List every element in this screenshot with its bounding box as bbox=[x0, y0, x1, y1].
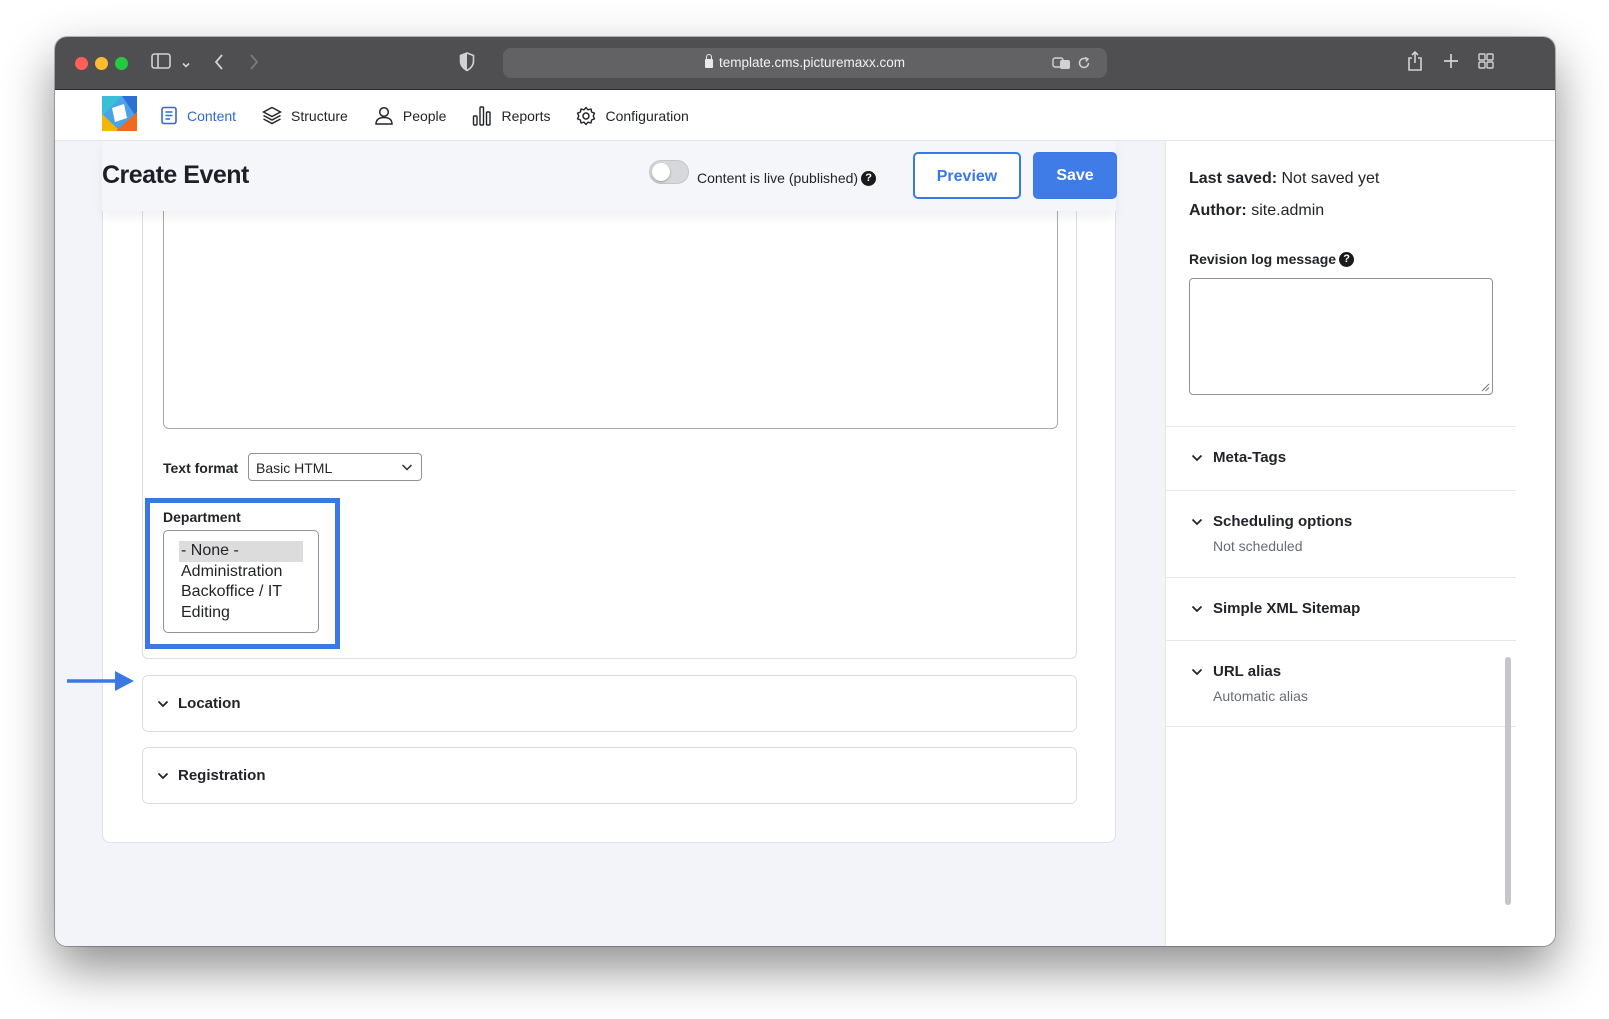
body-fieldset: Text format Basic HTML Department - None… bbox=[142, 211, 1077, 659]
browser-window: template.cms.picturemaxx.com Content Str… bbox=[55, 37, 1555, 946]
site-logo[interactable] bbox=[102, 96, 137, 131]
scheduling-section[interactable]: Scheduling options Not scheduled bbox=[1166, 490, 1516, 577]
main-nav: Content Structure People Reports Configu… bbox=[160, 90, 715, 141]
minimize-window-button[interactable] bbox=[95, 57, 108, 70]
scheduling-subtitle: Not scheduled bbox=[1213, 538, 1303, 554]
nav-label-reports: Reports bbox=[501, 107, 551, 124]
author-value: site.admin bbox=[1251, 202, 1325, 219]
chevron-down-icon bbox=[157, 772, 169, 780]
revision-log-textarea[interactable] bbox=[1189, 278, 1493, 395]
chevron-down-icon bbox=[157, 700, 169, 708]
url-alias-title: URL alias bbox=[1213, 663, 1282, 680]
author-label: Author: bbox=[1189, 202, 1247, 219]
chevron-down-icon bbox=[1191, 454, 1203, 462]
share-icon[interactable] bbox=[1407, 50, 1423, 75]
bar-chart-icon bbox=[473, 105, 492, 126]
person-icon bbox=[375, 106, 393, 125]
layers-icon bbox=[262, 106, 283, 125]
reload-icon[interactable] bbox=[1077, 55, 1091, 73]
chevron-down-icon bbox=[1191, 518, 1203, 526]
nav-label-configuration: Configuration bbox=[605, 107, 689, 124]
translate-icon[interactable] bbox=[1052, 55, 1072, 73]
department-option-backoffice[interactable]: Backoffice / IT bbox=[179, 582, 303, 603]
text-format-select[interactable]: Basic HTML bbox=[248, 453, 422, 481]
registration-label: Registration bbox=[178, 767, 266, 784]
department-select[interactable]: - None - Administration Backoffice / IT … bbox=[163, 530, 319, 633]
revision-log-label: Revision log message? bbox=[1189, 251, 1355, 267]
registration-accordion[interactable]: Registration bbox=[142, 747, 1077, 804]
new-tab-icon[interactable] bbox=[1443, 53, 1459, 72]
page-title: Create Event bbox=[102, 161, 249, 189]
preview-button[interactable]: Preview bbox=[913, 152, 1021, 199]
author-line: Author: site.admin bbox=[1189, 202, 1324, 220]
nav-label-content: Content bbox=[187, 107, 237, 124]
nav-item-structure[interactable]: Structure bbox=[262, 106, 348, 125]
nav-label-people: People bbox=[402, 107, 447, 124]
revision-log-label-text: Revision log message bbox=[1189, 251, 1337, 267]
close-window-button[interactable] bbox=[75, 57, 88, 70]
help-icon[interactable]: ? bbox=[861, 171, 877, 186]
department-option-administration[interactable]: Administration bbox=[179, 562, 303, 583]
nav-item-configuration[interactable]: Configuration bbox=[576, 106, 689, 126]
nav-item-people[interactable]: People bbox=[374, 106, 447, 125]
form-card: Text format Basic HTML Department - None… bbox=[102, 211, 1116, 843]
last-saved-value: Not saved yet bbox=[1281, 170, 1380, 187]
back-arrow-icon[interactable] bbox=[213, 53, 225, 74]
app-header: Content Structure People Reports Configu… bbox=[55, 90, 1555, 141]
document-icon bbox=[161, 106, 177, 125]
department-option-none[interactable]: - None - bbox=[179, 541, 303, 562]
chevron-down-icon bbox=[1191, 605, 1203, 613]
url-alias-subtitle: Automatic alias bbox=[1213, 688, 1308, 704]
url-alias-section[interactable]: URL alias Automatic alias bbox=[1166, 640, 1516, 727]
text-format-label: Text format bbox=[163, 460, 239, 476]
main-content: Create Event Content is live (published)… bbox=[55, 141, 1165, 946]
pointer-arrow-icon bbox=[67, 671, 134, 691]
address-bar[interactable]: template.cms.picturemaxx.com bbox=[503, 48, 1107, 78]
nav-item-reports[interactable]: Reports bbox=[472, 105, 551, 126]
tab-overview-icon[interactable] bbox=[1478, 53, 1494, 72]
xml-sitemap-title: Simple XML Sitemap bbox=[1213, 600, 1361, 617]
gear-icon bbox=[577, 106, 596, 125]
meta-tags-title: Meta-Tags bbox=[1213, 449, 1287, 466]
nav-item-content[interactable]: Content bbox=[160, 106, 236, 125]
last-saved-label: Last saved: bbox=[1189, 170, 1278, 187]
published-toggle-label: Content is live (published)? bbox=[697, 170, 877, 186]
chevron-down-icon bbox=[1191, 668, 1203, 676]
url-text: template.cms.picturemaxx.com bbox=[718, 55, 906, 70]
sidebar-scrollbar[interactable] bbox=[1505, 657, 1511, 905]
meta-sidebar: Last saved: Not saved yet Author: site.a… bbox=[1165, 141, 1555, 946]
published-label-text: Content is live (published) bbox=[697, 170, 859, 186]
help-icon[interactable]: ? bbox=[1339, 252, 1355, 267]
chevron-down-icon bbox=[402, 464, 412, 471]
location-accordion[interactable]: Location bbox=[142, 675, 1077, 732]
last-saved-line: Last saved: Not saved yet bbox=[1189, 170, 1379, 188]
xml-sitemap-section[interactable]: Simple XML Sitemap bbox=[1166, 577, 1516, 640]
forward-arrow-icon[interactable] bbox=[248, 53, 260, 74]
meta-tags-section[interactable]: Meta-Tags bbox=[1166, 426, 1516, 490]
save-button[interactable]: Save bbox=[1033, 152, 1117, 199]
browser-toolbar: template.cms.picturemaxx.com bbox=[55, 37, 1555, 90]
sidebar-toggle-icon[interactable] bbox=[151, 53, 171, 72]
nav-label-structure: Structure bbox=[291, 107, 348, 124]
resize-grip-icon[interactable] bbox=[1481, 383, 1490, 392]
department-option-editing[interactable]: Editing bbox=[179, 603, 303, 624]
published-toggle[interactable] bbox=[649, 160, 689, 184]
lock-icon bbox=[704, 54, 713, 68]
body-editor[interactable] bbox=[163, 211, 1058, 429]
scheduling-title: Scheduling options bbox=[1213, 513, 1353, 530]
shield-icon[interactable] bbox=[459, 52, 475, 75]
zoom-window-button[interactable] bbox=[115, 57, 128, 70]
chevron-down-icon[interactable] bbox=[181, 55, 191, 73]
text-format-value: Basic HTML bbox=[256, 460, 333, 476]
department-label: Department bbox=[163, 509, 241, 525]
sticky-header: Create Event Content is live (published)… bbox=[102, 141, 1117, 211]
location-label: Location bbox=[178, 695, 241, 712]
